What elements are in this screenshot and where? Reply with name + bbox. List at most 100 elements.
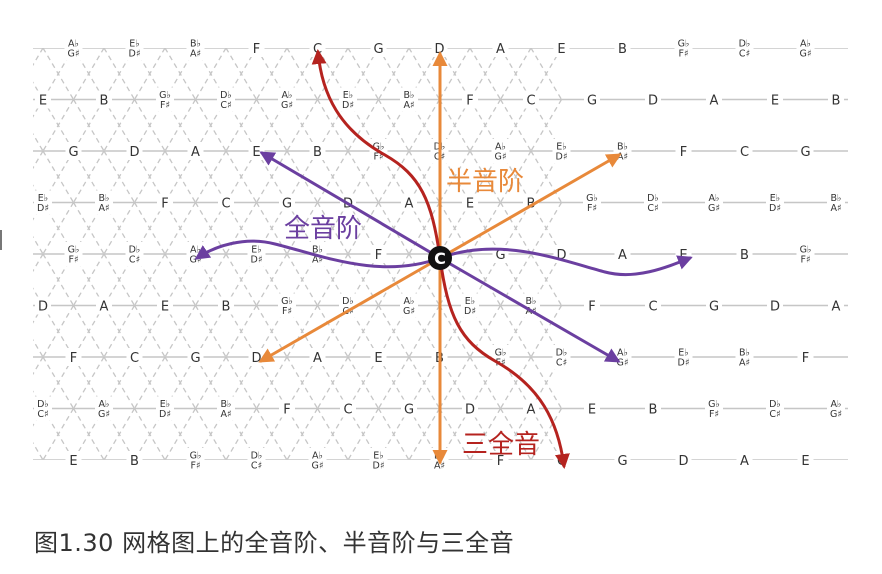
grid-note: E♭ D♯ (373, 451, 385, 472)
grid-note: A♭ G♯ (708, 193, 720, 214)
grid-note: D (465, 403, 475, 418)
grid-note: E♭ D♯ (129, 39, 141, 60)
grid-note: C (130, 351, 139, 366)
grid-note: E (801, 454, 809, 469)
grid-note: D♭ C♯ (556, 348, 568, 369)
grid-note: F (161, 197, 168, 212)
grid-note: A (527, 403, 536, 418)
grid-note: F (70, 351, 77, 366)
grid-note: E♭ D♯ (556, 142, 568, 163)
grid-note: D (648, 94, 658, 109)
grid-note: E♭ D♯ (464, 296, 476, 317)
grid-note: D (251, 351, 261, 366)
grid-note: A♭ G♯ (403, 296, 415, 317)
center-note-label: C (434, 249, 446, 268)
figure-caption: 图1.30 网格图上的全音阶、半音阶与三全音 (34, 529, 515, 557)
grid-note: E♭ D♯ (769, 193, 781, 214)
grid-note: E (374, 351, 382, 366)
grid-note: B♭ A♯ (403, 90, 414, 111)
grid-note: F (466, 94, 473, 109)
grid-note: D♭ C♯ (769, 399, 781, 420)
grid-diagonal (0, 254, 13, 306)
grid-note: G (190, 351, 200, 366)
grid-note: B (222, 300, 231, 315)
grid-note: B♭ A♯ (617, 142, 628, 163)
grid-diagonal (0, 254, 13, 306)
grid-diagonal (0, 203, 13, 255)
grid-note: B♭ A♯ (98, 193, 109, 214)
semitone-label: 半音阶 (446, 167, 524, 197)
grid-note: A (832, 300, 841, 315)
tone-grid-diagram: A♭ G♯ E♭ D♯ B♭ A♯ F C G D A E B G♭ F♯ D♭ C♯ A♭ G♯ E B G♭ F♯ D♭ C… (0, 36, 848, 472)
grid-note: A♭ G♯ (281, 90, 293, 111)
grid-note: E (161, 300, 169, 315)
grid-note: E♭ D♯ (342, 90, 354, 111)
grid-note: A♭ G♯ (800, 39, 812, 60)
grid-diagonal (0, 409, 13, 461)
grid-note: D♭ C♯ (129, 245, 141, 266)
grid-note: A (313, 351, 322, 366)
grid-note: C (343, 403, 352, 418)
grid-note: A (618, 248, 627, 263)
grid-note: B (130, 454, 139, 469)
grid-note: D♭ C♯ (739, 39, 751, 60)
grid-note: D♭ C♯ (220, 90, 232, 111)
grid-note: A♭ G♯ (98, 399, 110, 420)
grid-note: F (283, 403, 290, 418)
center-node: C (428, 246, 452, 270)
grid-note: E (466, 197, 474, 212)
grid-note: A♭ G♯ (312, 451, 324, 472)
grid-note: B (100, 94, 109, 109)
grid-diagonal (0, 203, 13, 255)
grid-note: A♭ G♯ (617, 348, 629, 369)
grid-note: A (100, 300, 109, 315)
grid-note: B♭ A♯ (190, 39, 201, 60)
grid-note: G (800, 145, 810, 160)
grid-note: G♭ F♯ (281, 296, 293, 317)
grid-note: D (38, 300, 48, 315)
grid-diagonal (0, 357, 13, 409)
grid-note: E♭ D♯ (37, 193, 49, 214)
grid-note: G♭ F♯ (586, 193, 598, 214)
grid-diagonal (0, 48, 13, 100)
grid-diagonal (0, 48, 13, 100)
grid-note: E♭ D♯ (159, 399, 171, 420)
grid-note: A (191, 145, 200, 160)
grid-diagonal (0, 306, 13, 358)
tritone-label: 三全音 (462, 430, 540, 460)
grid-note: G (617, 454, 627, 469)
grid-note: G♭ F♯ (68, 245, 80, 266)
grid-note: G♭ F♯ (800, 245, 812, 266)
grid-note: B♭ A♯ (220, 399, 231, 420)
grid-note: E♭ D♯ (678, 348, 690, 369)
grid-note: A♭ G♯ (830, 399, 842, 420)
grid-diagonal (0, 100, 13, 152)
grid-note: A (405, 197, 414, 212)
grid-diagonal (0, 100, 13, 152)
grid-note: E (588, 403, 596, 418)
grid-diagonal (0, 151, 13, 203)
grid-note: B (740, 248, 749, 263)
grid-note: D (129, 145, 139, 160)
grid-note: D♭ C♯ (251, 451, 263, 472)
grid-note: G (709, 300, 719, 315)
grid-note: F (802, 351, 809, 366)
grid-note: G♭ F♯ (159, 90, 171, 111)
grid-note: E (69, 454, 77, 469)
grid-note: F (588, 300, 595, 315)
grid-note: G♭ F♯ (190, 451, 202, 472)
grid-note: B (313, 145, 322, 160)
grid-note: G (373, 42, 383, 57)
grid-diagonal (0, 409, 13, 461)
grid-note: D♭ C♯ (37, 399, 49, 420)
grid-note: B (832, 94, 841, 109)
grid-note: A (710, 94, 719, 109)
grid-note: B (649, 403, 658, 418)
grid-note: E (771, 94, 779, 109)
grid-note: D (770, 300, 780, 315)
grid-note: G♭ F♯ (708, 399, 720, 420)
grid-note: B♭ A♯ (830, 193, 841, 214)
grid-diagonal (0, 306, 13, 358)
grid-note: B♭ A♯ (739, 348, 750, 369)
grid-note: D♭ C♯ (647, 193, 659, 214)
